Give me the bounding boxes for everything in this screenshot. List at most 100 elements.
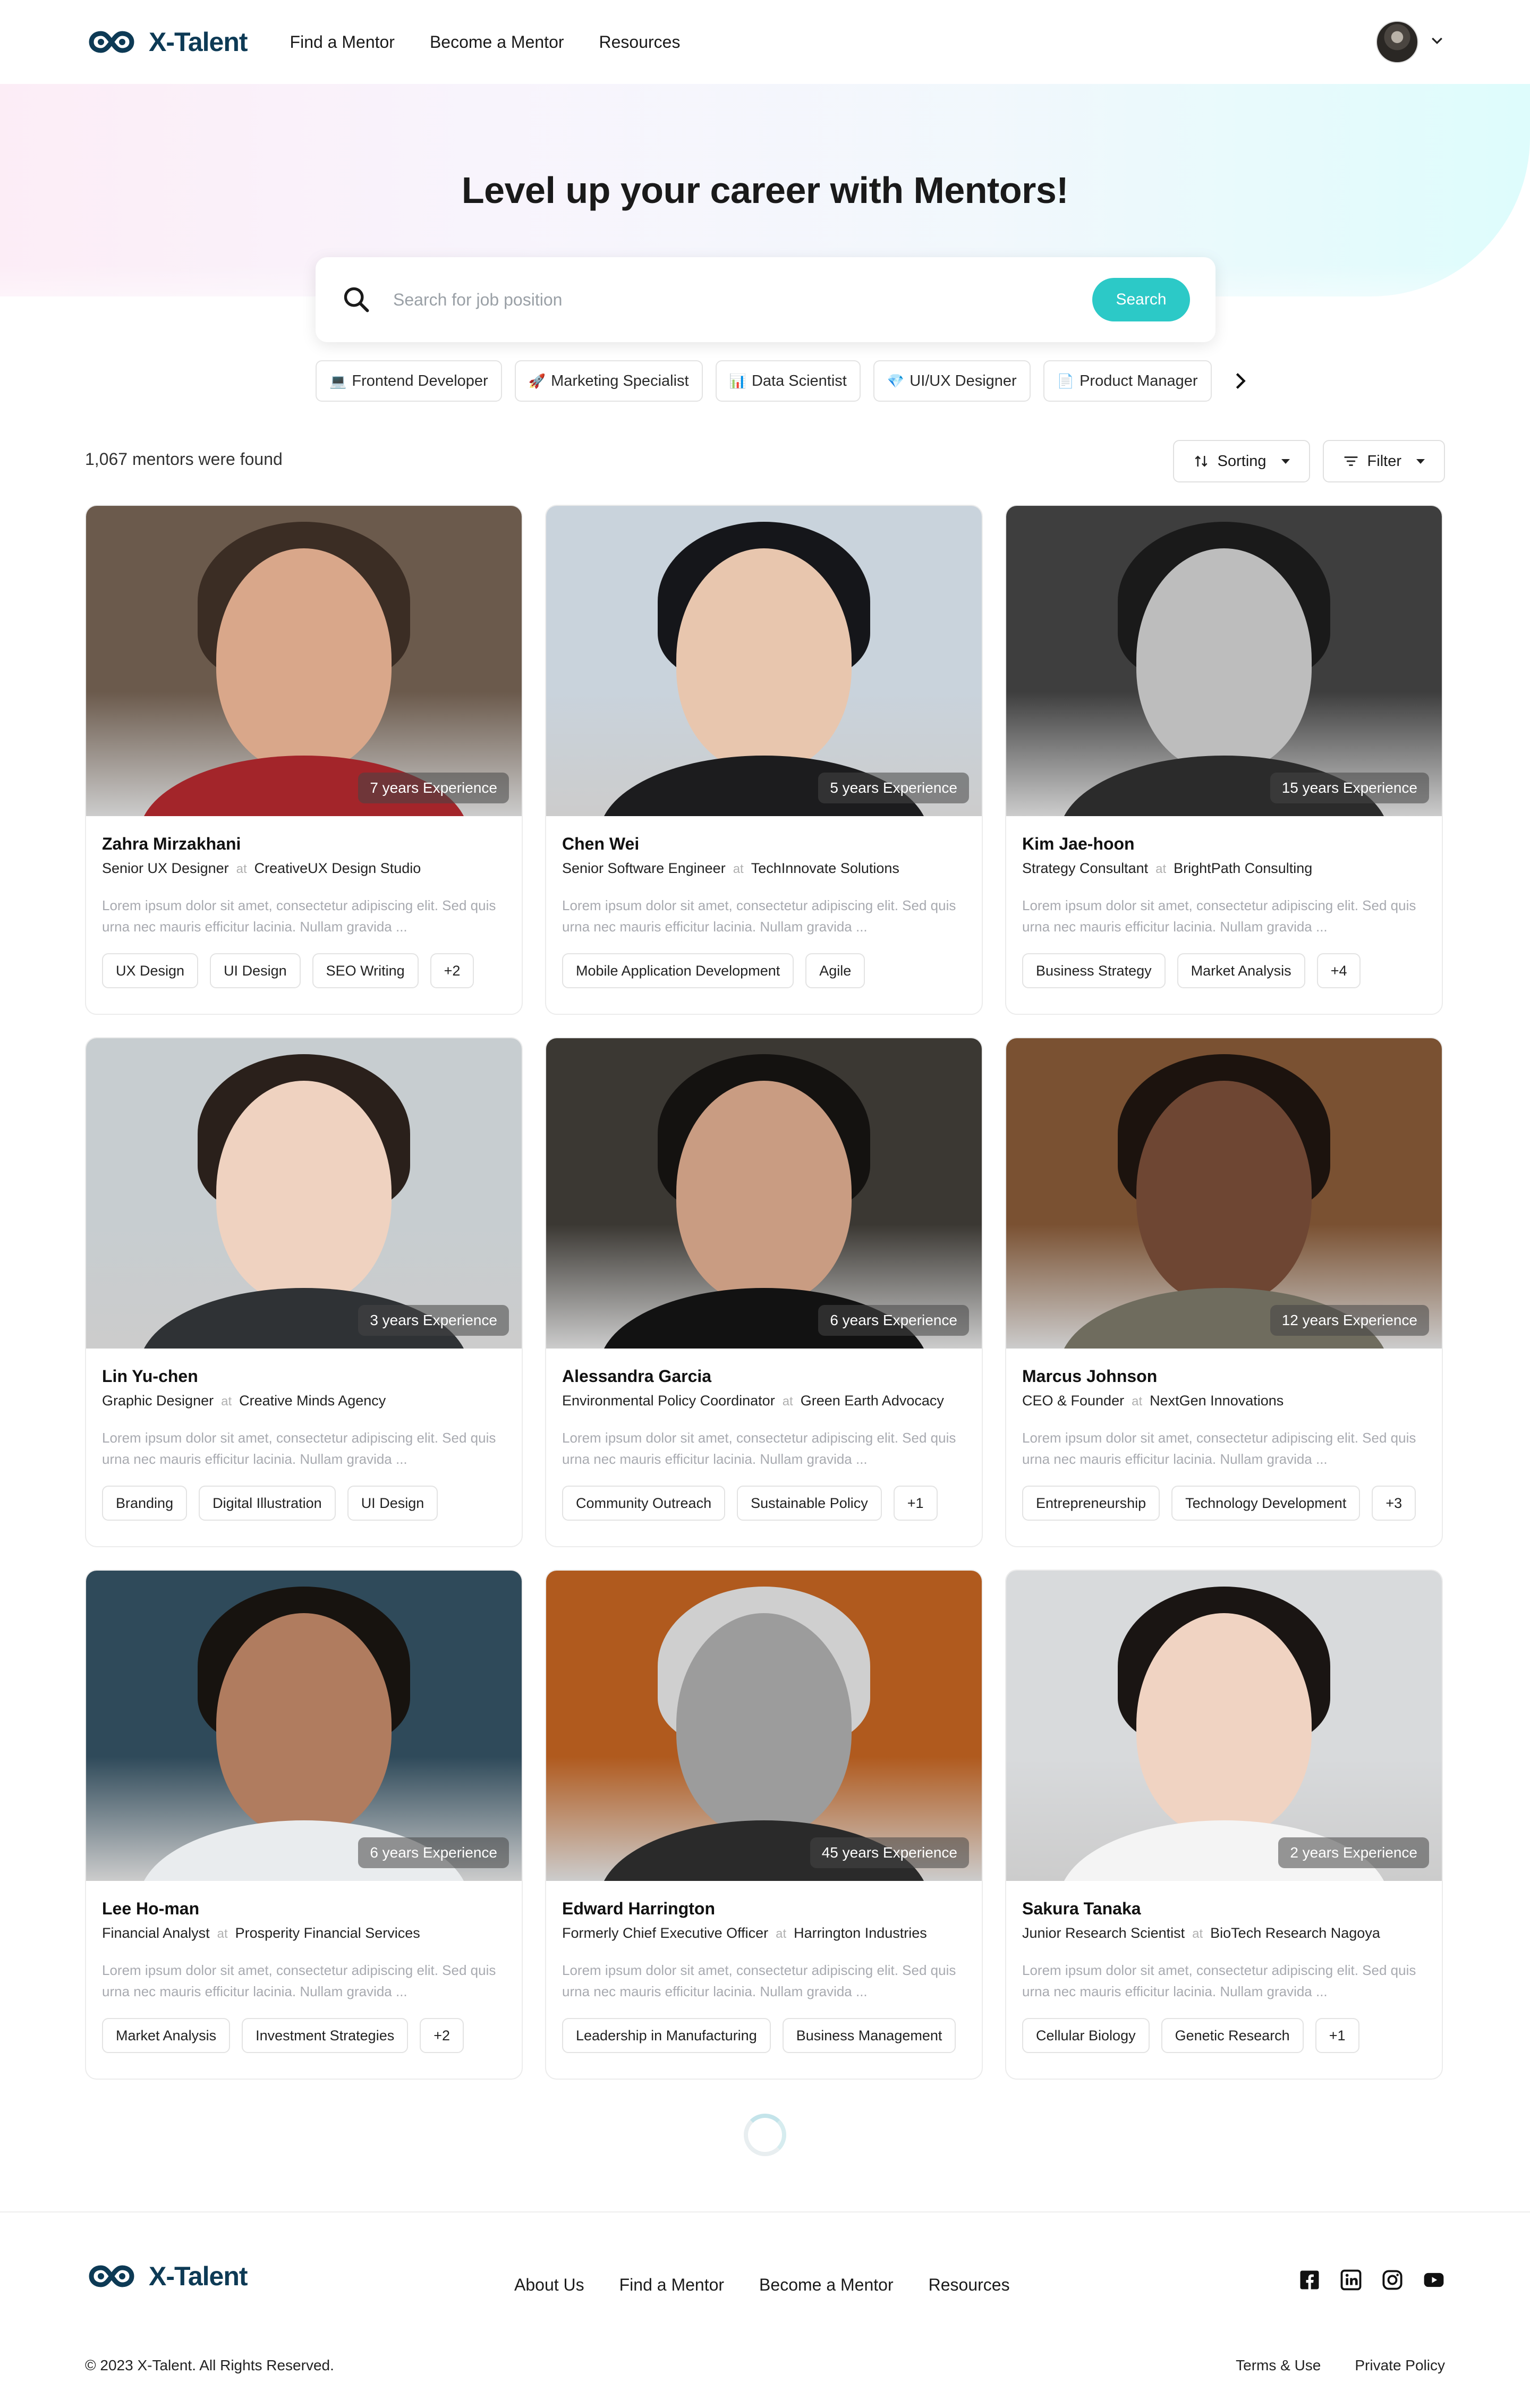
mentor-name: Sakura Tanaka — [1022, 1899, 1141, 1918]
chip-marketing-specialist[interactable]: 🚀 Marketing Specialist — [514, 360, 703, 402]
chip-frontend-developer[interactable]: 💻 Frontend Developer — [316, 360, 502, 402]
page-title: Level up your career with Mentors! — [461, 169, 1069, 211]
mentor-photo: 3 years Experience — [86, 1038, 522, 1349]
chip-ui-ux-designer[interactable]: 💎 UI/UX Designer — [873, 360, 1031, 402]
mentor-name: Zahra Mirzakhani — [102, 834, 241, 853]
experience-badge: 7 years Experience — [358, 773, 509, 803]
avatar[interactable] — [1376, 21, 1418, 63]
infinity-logo-icon — [89, 2265, 134, 2287]
skill-tag[interactable]: Leadership in Manufacturing — [562, 2018, 771, 2053]
mentor-card[interactable]: 12 years Experience Marcus Johnson CEO & F… — [1005, 1037, 1443, 1547]
skill-tag[interactable]: Community Outreach — [562, 1486, 726, 1521]
skill-tag[interactable]: Business Management — [782, 2018, 956, 2053]
mentor-info: Chen Wei Senior Software Engineer at TechIn… — [546, 816, 982, 988]
skill-tag[interactable]: Entrepreneurship — [1022, 1486, 1160, 1521]
skill-tag[interactable]: Genetic Research — [1161, 2018, 1304, 2053]
mentor-info: Lin Yu-chen Graphic Designer at Creative Mi… — [86, 1349, 522, 1521]
mentor-card[interactable]: 45 years Experience Edward Harrington Form… — [545, 1570, 983, 2080]
mentor-card[interactable]: 5 years Experience Chen Wei Senior Softwar… — [545, 505, 983, 1015]
linkedin-icon[interactable] — [1340, 2269, 1362, 2291]
mentor-card[interactable]: 2 years Experience Sakura Tanaka Junior Re… — [1005, 1570, 1443, 2080]
skill-tag[interactable]: Branding — [102, 1486, 188, 1521]
mentor-name: Lee Ho-man — [102, 1899, 200, 1918]
filter-dropdown[interactable]: Filter — [1322, 440, 1445, 482]
more-tags-badge[interactable]: +1 — [893, 1486, 938, 1521]
footer-resources[interactable]: Resources — [929, 2275, 1010, 2295]
mentor-name: Marcus Johnson — [1022, 1367, 1158, 1386]
mentor-description: Lorem ipsum dolor sit amet, consectetur … — [562, 1962, 956, 1999]
sorting-dropdown[interactable]: Sorting — [1172, 440, 1310, 482]
skill-tag[interactable]: Market Analysis — [1177, 953, 1305, 988]
skill-tag[interactable]: Sustainable Policy — [737, 1486, 882, 1521]
at-separator: at — [782, 1394, 793, 1409]
search-button[interactable]: Search — [1092, 278, 1190, 321]
main-nav: Find a Mentor Become a Mentor Resources — [290, 32, 681, 52]
nav-become-mentor[interactable]: Become a Mentor — [430, 32, 564, 52]
youtube-icon[interactable] — [1423, 2269, 1445, 2291]
skill-tag[interactable]: Mobile Application Development — [562, 953, 794, 988]
chevron-down-icon[interactable] — [1429, 33, 1445, 52]
skill-tag[interactable]: UI Design — [210, 953, 301, 988]
skill-tags: UX Design UI Design SEO Writing +2 — [102, 953, 506, 988]
more-tags-badge[interactable]: +2 — [430, 953, 474, 988]
mentor-info: Lee Ho-man Financial Analyst at Prosperity … — [86, 1881, 522, 2053]
footer: X-Talent About Us Find a Mentor Become a… — [0, 2211, 1530, 2408]
category-chips: 💻 Frontend Developer 🚀 Marketing Specialis… — [316, 360, 1256, 402]
photo-face — [1136, 548, 1312, 771]
skill-tag[interactable]: Agile — [805, 953, 865, 988]
skill-tag[interactable]: Cellular Biology — [1022, 2018, 1150, 2053]
footer-find-mentor[interactable]: Find a Mentor — [619, 2275, 724, 2295]
more-tags-badge[interactable]: +2 — [420, 2018, 464, 2053]
chip-product-manager[interactable]: 📄 Product Manager — [1043, 360, 1212, 402]
skill-tag[interactable]: Digital Illustration — [199, 1486, 336, 1521]
more-tags-badge[interactable]: +4 — [1316, 953, 1361, 988]
brand-logo[interactable]: X-Talent — [85, 26, 248, 58]
search-bar: Search — [316, 257, 1216, 342]
mentor-name: Edward Harrington — [562, 1899, 716, 1918]
skill-tag[interactable]: UI Design — [347, 1486, 438, 1521]
user-menu[interactable] — [1376, 21, 1445, 63]
terms-link[interactable]: Terms & Use — [1236, 2357, 1321, 2374]
mentor-card[interactable]: 6 years Experience Lee Ho-man Financial An… — [85, 1570, 523, 2080]
experience-badge: 45 years Experience — [810, 1837, 969, 1868]
nav-find-mentor[interactable]: Find a Mentor — [290, 32, 395, 52]
mentor-role: Financial Analyst at Prosperity Financial … — [102, 1925, 506, 1941]
mentor-description: Lorem ipsum dolor sit amet, consectetur … — [102, 1962, 496, 1999]
at-separator: at — [733, 862, 744, 876]
mentor-card[interactable]: 6 years Experience Alessandra Garcia Envir… — [545, 1037, 983, 1547]
laptop-icon: 💻 — [329, 372, 347, 389]
skill-tag[interactable]: SEO Writing — [312, 953, 419, 988]
privacy-link[interactable]: Private Policy — [1355, 2357, 1445, 2374]
at-separator: at — [1132, 1394, 1143, 1409]
skill-tags: Entrepreneurship Technology Development +3 — [1022, 1486, 1426, 1521]
mentor-photo: 12 years Experience — [1006, 1038, 1442, 1349]
chip-data-scientist[interactable]: 📊 Data Scientist — [715, 360, 861, 402]
more-tags-badge[interactable]: +1 — [1315, 2018, 1359, 2053]
nav-resources[interactable]: Resources — [599, 32, 681, 52]
experience-badge: 6 years Experience — [818, 1305, 969, 1336]
instagram-icon[interactable] — [1381, 2269, 1404, 2291]
brand-name: X-Talent — [149, 27, 248, 57]
mentor-card[interactable]: 7 years Experience Zahra Mirzakhani Senior… — [85, 505, 523, 1015]
skill-tag[interactable]: Investment Strategies — [242, 2018, 409, 2053]
mentor-role: CEO & Founder at NextGen Innovations — [1022, 1393, 1426, 1409]
mentor-card[interactable]: 3 years Experience Lin Yu-chen Graphic Des… — [85, 1037, 523, 1547]
search-input[interactable] — [393, 290, 1092, 310]
skill-tag[interactable]: Technology Development — [1171, 1486, 1361, 1521]
skill-tag[interactable]: Market Analysis — [102, 2018, 231, 2053]
footer-become-mentor[interactable]: Become a Mentor — [759, 2275, 894, 2295]
skill-tag[interactable]: UX Design — [102, 953, 199, 988]
skill-tag[interactable]: Business Strategy — [1022, 953, 1166, 988]
footer-about-us[interactable]: About Us — [514, 2275, 584, 2295]
skill-tags: Business Strategy Market Analysis +4 — [1022, 953, 1426, 988]
photo-face — [216, 548, 392, 771]
more-tags-badge[interactable]: +3 — [1372, 1486, 1416, 1521]
gem-icon: 💎 — [887, 372, 905, 389]
skill-tags: Mobile Application Development Agile — [562, 953, 966, 988]
chips-next-button[interactable] — [1224, 360, 1256, 402]
loading-spinner — [744, 2114, 786, 2156]
mentor-role: Senior UX Designer at CreativeUX Design St… — [102, 860, 506, 877]
footer-logo[interactable]: X-Talent — [85, 2260, 248, 2292]
mentor-card[interactable]: 15 years Experience Kim Jae-hoon Strategy … — [1005, 505, 1443, 1015]
facebook-icon[interactable] — [1298, 2269, 1321, 2291]
